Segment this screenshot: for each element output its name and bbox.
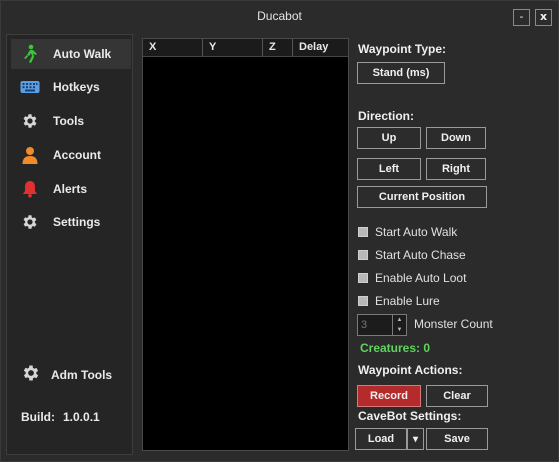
current-position-button[interactable]: Current Position (357, 186, 487, 208)
keyboard-icon (19, 76, 41, 98)
column-header-y[interactable]: Y (203, 39, 263, 56)
sidebar-item-tools[interactable]: Tools (11, 106, 131, 136)
checkbox-box[interactable] (358, 227, 368, 237)
start-auto-walk-checkbox[interactable]: Start Auto Walk (358, 225, 457, 239)
cavebot-settings-label: CaveBot Settings: (358, 409, 462, 423)
checkbox-label: Enable Lure (375, 294, 440, 308)
app-window: Ducabot - x Auto Walk Hotkeys Tools Acco… (0, 0, 559, 462)
sidebar-item-auto-walk[interactable]: Auto Walk (11, 39, 131, 69)
left-button[interactable]: Left (357, 158, 421, 180)
build-info: Build: 1.0.0.1 (21, 410, 100, 424)
record-button[interactable]: Record (357, 385, 421, 407)
sidebar-item-label: Settings (53, 215, 101, 229)
bell-icon (19, 178, 41, 200)
gear-icon (19, 211, 41, 233)
gear-icon (19, 110, 41, 132)
build-version: 1.0.0.1 (63, 410, 100, 424)
stepper-arrows: ▲ ▼ (392, 315, 406, 335)
sidebar-item-label: Alerts (53, 182, 88, 196)
waypoint-actions-label: Waypoint Actions: (358, 363, 463, 377)
load-dropdown-button[interactable]: ▾ (407, 428, 424, 450)
sidebar-item-settings[interactable]: Settings (11, 207, 131, 237)
checkbox-label: Start Auto Walk (375, 225, 458, 239)
load-button[interactable]: Load (355, 428, 407, 450)
direction-label: Direction: (358, 109, 415, 123)
sidebar-item-label: Hotkeys (53, 80, 100, 94)
user-icon (19, 144, 41, 166)
sidebar-item-label: Auto Walk (53, 47, 112, 61)
adm-tools-button[interactable]: Adm Tools (21, 363, 112, 386)
save-button[interactable]: Save (426, 428, 488, 450)
column-header-z[interactable]: Z (263, 39, 293, 56)
grid-header: X Y Z Delay (143, 39, 348, 57)
checkbox-box[interactable] (358, 296, 368, 306)
sidebar-item-label: Account (53, 148, 101, 162)
monster-count-stepper[interactable]: 3 ▲ ▼ (357, 314, 407, 336)
column-header-delay[interactable]: Delay (293, 39, 348, 56)
sidebar-item-hotkeys[interactable]: Hotkeys (11, 72, 131, 102)
sidebar-item-account[interactable]: Account (11, 140, 131, 170)
chevron-down-icon: ▾ (412, 433, 419, 445)
walk-icon (19, 43, 41, 65)
start-auto-chase-checkbox[interactable]: Start Auto Chase (358, 248, 466, 262)
gear-icon (21, 363, 41, 386)
waypoint-grid[interactable]: X Y Z Delay (142, 38, 349, 451)
monster-count-label: Monster Count (414, 317, 493, 331)
monster-count-value[interactable]: 3 (358, 315, 392, 335)
window-title: Ducabot (257, 9, 302, 23)
down-button[interactable]: Down (426, 127, 486, 149)
sidebar-item-alerts[interactable]: Alerts (11, 174, 131, 204)
waypoint-type-button[interactable]: Stand (ms) (357, 62, 445, 84)
checkbox-box[interactable] (358, 250, 368, 260)
build-label: Build: (21, 410, 55, 424)
up-button[interactable]: Up (357, 127, 421, 149)
stepper-down-icon[interactable]: ▼ (393, 325, 406, 335)
enable-lure-checkbox[interactable]: Enable Lure (358, 294, 440, 308)
checkbox-box[interactable] (358, 273, 368, 283)
stepper-up-icon[interactable]: ▲ (393, 315, 406, 325)
waypoint-type-label: Waypoint Type: (358, 42, 446, 56)
checkbox-label: Enable Auto Loot (375, 271, 467, 285)
checkbox-label: Start Auto Chase (375, 248, 466, 262)
clear-button[interactable]: Clear (426, 385, 488, 407)
adm-tools-label: Adm Tools (51, 367, 113, 382)
sidebar-item-label: Tools (53, 114, 85, 128)
minimize-button[interactable]: - (513, 9, 530, 26)
close-button[interactable]: x (535, 9, 552, 26)
column-header-x[interactable]: X (143, 39, 203, 56)
enable-auto-loot-checkbox[interactable]: Enable Auto Loot (358, 271, 466, 285)
title-bar[interactable]: Ducabot - x (1, 1, 558, 31)
sidebar: Auto Walk Hotkeys Tools Account Alerts S… (6, 34, 133, 455)
creatures-count: Creatures: 0 (360, 341, 431, 355)
right-button[interactable]: Right (426, 158, 486, 180)
